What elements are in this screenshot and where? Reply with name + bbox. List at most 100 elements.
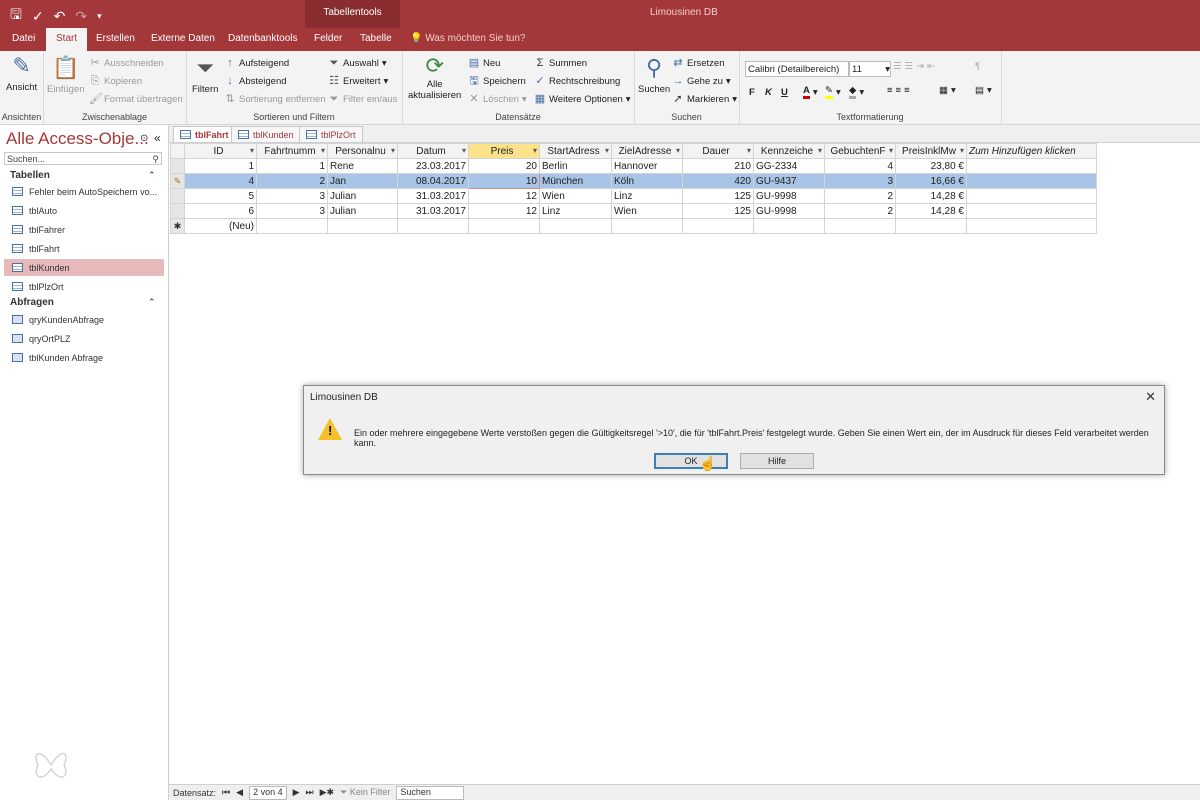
nav-section-tables[interactable]: Tabellen bbox=[10, 170, 50, 181]
cell[interactable]: Wien bbox=[539, 188, 612, 204]
refresh-all-button[interactable]: ⟳ Alle aktualisieren bbox=[408, 53, 461, 101]
cell[interactable]: 14,28 € bbox=[895, 188, 967, 204]
collapse-pane-icon[interactable]: « bbox=[154, 131, 161, 145]
filter-button[interactable]: ⏷ Filtern bbox=[192, 55, 218, 95]
row-selector[interactable] bbox=[170, 188, 185, 204]
cell[interactable]: 3 bbox=[256, 203, 328, 219]
cell[interactable] bbox=[966, 158, 1097, 174]
select-all-cell[interactable] bbox=[170, 143, 185, 159]
cell[interactable]: 23,80 € bbox=[895, 158, 967, 174]
column-header[interactable]: PreisInklMw ▾ bbox=[895, 143, 967, 159]
cell[interactable] bbox=[966, 173, 1097, 189]
copy-button[interactable]: ⎘ Kopieren bbox=[89, 75, 142, 87]
cell[interactable]: Jan bbox=[327, 173, 398, 189]
totals-button[interactable]: Σ Summen bbox=[534, 57, 587, 69]
cell[interactable]: 08.04.2017 bbox=[397, 173, 469, 189]
italic-button[interactable]: K bbox=[765, 87, 772, 98]
table-row[interactable]: 1 1 Rene 23.03.2017 20 Berlin Hannover 2… bbox=[170, 158, 1097, 174]
more-options-button[interactable]: ▦ Weitere Optionen ▾ bbox=[534, 93, 631, 105]
first-record-icon[interactable]: ⏮ bbox=[222, 787, 230, 798]
column-header[interactable]: ID ▾ bbox=[184, 143, 257, 159]
customize-qat-icon[interactable]: ▾ bbox=[97, 11, 102, 22]
cell[interactable]: 23.03.2017 bbox=[397, 158, 469, 174]
cell[interactable]: Julian bbox=[327, 188, 398, 204]
column-header[interactable]: Datum ▾ bbox=[397, 143, 469, 159]
cell[interactable]: 31.03.2017 bbox=[397, 203, 469, 219]
find-button[interactable]: ⚲ Suchen bbox=[638, 55, 670, 95]
undo-icon[interactable]: ↶ bbox=[54, 8, 66, 25]
nav-section-queries[interactable]: Abfragen bbox=[10, 297, 54, 308]
delete-record-button[interactable]: ✕ Löschen ▾ bbox=[468, 93, 526, 105]
row-selector[interactable] bbox=[170, 203, 185, 219]
cell[interactable]: 3 bbox=[256, 188, 328, 204]
no-filter-button[interactable]: ⏷ Kein Filter bbox=[340, 787, 390, 798]
nav-item-qryortplz[interactable]: qryOrtPLZ bbox=[4, 330, 164, 347]
cell[interactable]: Julian bbox=[327, 203, 398, 219]
fill-color-button[interactable]: ◆ ▾ bbox=[849, 85, 864, 99]
cell[interactable]: 1 bbox=[256, 158, 328, 174]
cell[interactable]: 1 bbox=[184, 158, 257, 174]
last-record-icon[interactable]: ⏭ bbox=[306, 787, 314, 798]
add-column-header[interactable]: Zum Hinzufügen klicken bbox=[966, 143, 1097, 159]
font-color-button[interactable]: A ▾ bbox=[803, 85, 818, 99]
cell[interactable]: GG-2334 bbox=[753, 158, 825, 174]
cell[interactable]: Berlin bbox=[539, 158, 612, 174]
nav-item-tblkunden-abfrage[interactable]: tblKunden Abfrage bbox=[4, 349, 164, 366]
help-button[interactable]: Hilfe bbox=[740, 453, 814, 469]
tab-datei[interactable]: Datei bbox=[12, 33, 35, 44]
column-header[interactable]: GebuchtenF ▾ bbox=[824, 143, 896, 159]
cell[interactable]: GU-9998 bbox=[753, 188, 825, 204]
cell[interactable]: Linz bbox=[539, 203, 612, 219]
column-header[interactable]: Personalnu ▾ bbox=[327, 143, 398, 159]
cell[interactable]: 12 bbox=[468, 188, 540, 204]
nav-item-tblkunden[interactable]: tblKunden bbox=[4, 259, 164, 276]
nav-title[interactable]: Alle Access-Obje... bbox=[6, 129, 149, 149]
column-header[interactable]: ZielAdresse ▾ bbox=[611, 143, 683, 159]
cell[interactable]: Köln bbox=[611, 173, 683, 189]
nav-item-tblfahrt[interactable]: tblFahrt bbox=[4, 240, 164, 257]
toggle-filter-button[interactable]: ⏷ Filter ein/aus bbox=[328, 93, 398, 105]
pencil-icon[interactable]: ✎ bbox=[170, 173, 185, 189]
tell-me-box[interactable]: 💡 Was möchten Sie tun? bbox=[410, 33, 525, 44]
column-header[interactable]: Kennzeiche ▾ bbox=[753, 143, 825, 159]
tab-felder[interactable]: Felder bbox=[314, 33, 342, 44]
selection-button[interactable]: ⏷ Auswahl ▾ bbox=[328, 57, 387, 69]
cell[interactable]: Linz bbox=[611, 188, 683, 204]
cell[interactable]: 125 bbox=[682, 203, 754, 219]
tab-datenbanktools[interactable]: Datenbanktools bbox=[228, 33, 298, 44]
table-row[interactable]: 5 3 Julian 31.03.2017 12 Wien Linz 125 G… bbox=[170, 188, 1097, 204]
row-color-button[interactable]: ▤ ▾ bbox=[975, 85, 992, 96]
cell[interactable]: 5 bbox=[184, 188, 257, 204]
cell[interactable]: 14,28 € bbox=[895, 203, 967, 219]
font-size-select[interactable]: 11 ▾ bbox=[849, 61, 891, 77]
column-header[interactable]: Dauer ▾ bbox=[682, 143, 754, 159]
cell[interactable]: 210 bbox=[682, 158, 754, 174]
nav-item-tblfahrer[interactable]: tblFahrer bbox=[4, 221, 164, 238]
select-button[interactable]: ➚ Markieren ▾ bbox=[672, 93, 737, 105]
tab-tabelle[interactable]: Tabelle bbox=[360, 33, 392, 44]
view-button[interactable]: ✎ Ansicht bbox=[6, 53, 37, 93]
cell-editing[interactable]: 10 bbox=[468, 173, 540, 189]
tab-externe-daten[interactable]: Externe Daten bbox=[151, 33, 215, 44]
doc-tab-tblkunden[interactable]: tblKunden bbox=[231, 126, 301, 142]
column-header-preis[interactable]: Preis ▾ bbox=[468, 143, 540, 159]
cell[interactable]: Hannover bbox=[611, 158, 683, 174]
table-row[interactable]: 6 3 Julian 31.03.2017 12 Linz Wien 125 G… bbox=[170, 203, 1097, 219]
table-row-current[interactable]: ✎ 4 2 Jan 08.04.2017 10 München Köln 420… bbox=[170, 173, 1097, 189]
gridlines-button[interactable]: ▦ ▾ bbox=[939, 85, 956, 96]
check-icon[interactable]: ✓ bbox=[32, 8, 44, 25]
cell[interactable]: 2 bbox=[256, 173, 328, 189]
tab-erstellen[interactable]: Erstellen bbox=[96, 33, 135, 44]
font-family-select[interactable]: Calibri (Detailbereich) bbox=[745, 61, 849, 77]
goto-button[interactable]: → Gehe zu ▾ bbox=[672, 75, 731, 87]
cell[interactable]: 2 bbox=[824, 203, 896, 219]
cell[interactable]: 420 bbox=[682, 173, 754, 189]
cell[interactable]: GU-9437 bbox=[753, 173, 825, 189]
align-buttons[interactable]: ≡ ≡ ≡ bbox=[887, 85, 910, 96]
replace-button[interactable]: ⇄ Ersetzen bbox=[672, 57, 724, 69]
bold-button[interactable]: F bbox=[749, 87, 755, 98]
nav-item-tblauto[interactable]: tblAuto bbox=[4, 202, 164, 219]
tab-start[interactable]: Start bbox=[46, 28, 88, 51]
close-icon[interactable]: ✕ bbox=[1145, 389, 1156, 405]
cell[interactable]: 4 bbox=[184, 173, 257, 189]
